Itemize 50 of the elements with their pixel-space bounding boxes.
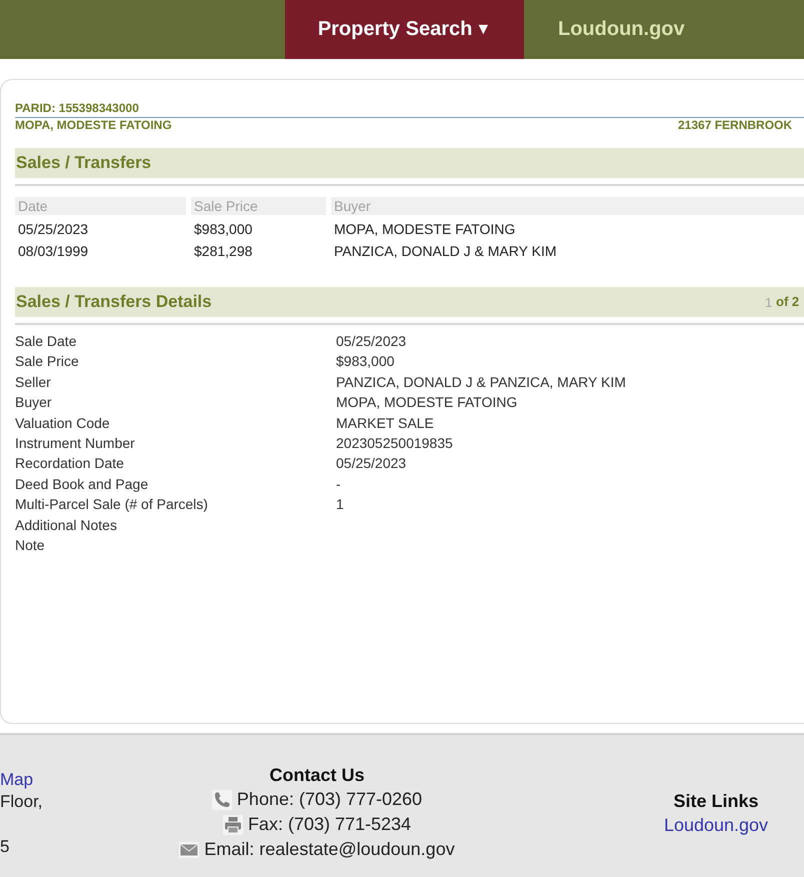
field-label: Sale Price xyxy=(15,352,79,372)
table-cell-text: $983,000 xyxy=(193,220,252,239)
field-label: Valuation Code xyxy=(15,414,110,433)
phone-icon xyxy=(212,790,232,810)
caret-icon: ▼ xyxy=(475,20,492,38)
footer-link[interactable]: Map xyxy=(0,769,34,791)
field-label: Recordation Date xyxy=(15,454,124,474)
table-cell-text: 08/03/1999 xyxy=(17,242,88,261)
field-value: - xyxy=(336,474,341,494)
field-label: Sale Date xyxy=(15,332,76,351)
contact-text: Phone: (703) 777-0260 xyxy=(236,788,422,811)
printer-icon xyxy=(222,814,243,834)
contact-text: Email: realestate@loudoun.gov xyxy=(204,838,455,861)
page-count-label: of 2 xyxy=(776,294,800,310)
contact-text: Fax: (703) 771-5234 xyxy=(248,813,412,836)
parcel-id-label: PARID: 155398343000 xyxy=(15,101,139,115)
field-value: MARKET SALE xyxy=(336,414,434,433)
field-value: 05/25/2023 xyxy=(336,454,406,474)
table-cell-text: MOPA, MODESTE FATOING xyxy=(333,220,516,239)
field-value: 202305250019835 xyxy=(336,434,453,454)
field-value: MOPA, MODESTE FATOING xyxy=(336,393,518,412)
footer-text: 5 xyxy=(0,836,10,858)
field-label: Buyer xyxy=(15,393,52,412)
column-header: Buyer xyxy=(331,197,804,215)
field-label: Deed Book and Page xyxy=(15,474,148,494)
field-label: Instrument Number xyxy=(15,434,135,454)
field-label: Additional Notes xyxy=(15,516,117,535)
site-links-heading: Site Links xyxy=(673,790,759,813)
footer-text: Floor, xyxy=(0,791,43,813)
column-header: Date xyxy=(15,197,186,215)
field-value: 05/25/2023 xyxy=(336,332,406,351)
field-label: Note xyxy=(15,536,45,556)
nav-tab[interactable]: Property Search▼ xyxy=(285,0,524,59)
section-title: Sales / Transfers Details xyxy=(16,291,212,313)
table-cell-text: PANZICA, DONALD J & MARY KIM xyxy=(333,242,556,261)
field-value: 1 xyxy=(336,495,344,514)
property-address: 21367 FERNBROOK xyxy=(678,118,792,133)
section-heading: Sales / Transfers xyxy=(15,148,804,178)
contact-heading: Contact Us xyxy=(269,764,364,787)
table-cell-text: $281,298 xyxy=(193,242,252,261)
column-header: Sale Price xyxy=(191,197,326,215)
field-value: $983,000 xyxy=(336,352,394,372)
table-cell-text: 05/25/2023 xyxy=(17,220,88,239)
field-value: PANZICA, DONALD J & PANZICA, MARY KIM xyxy=(336,372,626,392)
nav-tab[interactable]: Loudoun.gov xyxy=(524,0,719,59)
envelope-icon xyxy=(179,842,200,858)
field-label: Multi-Parcel Sale (# of Parcels) xyxy=(15,495,208,514)
field-label: Seller xyxy=(15,372,51,392)
owner-name: MOPA, MODESTE FATOING xyxy=(15,118,172,133)
footer-link[interactable]: Loudoun.gov xyxy=(664,813,768,837)
